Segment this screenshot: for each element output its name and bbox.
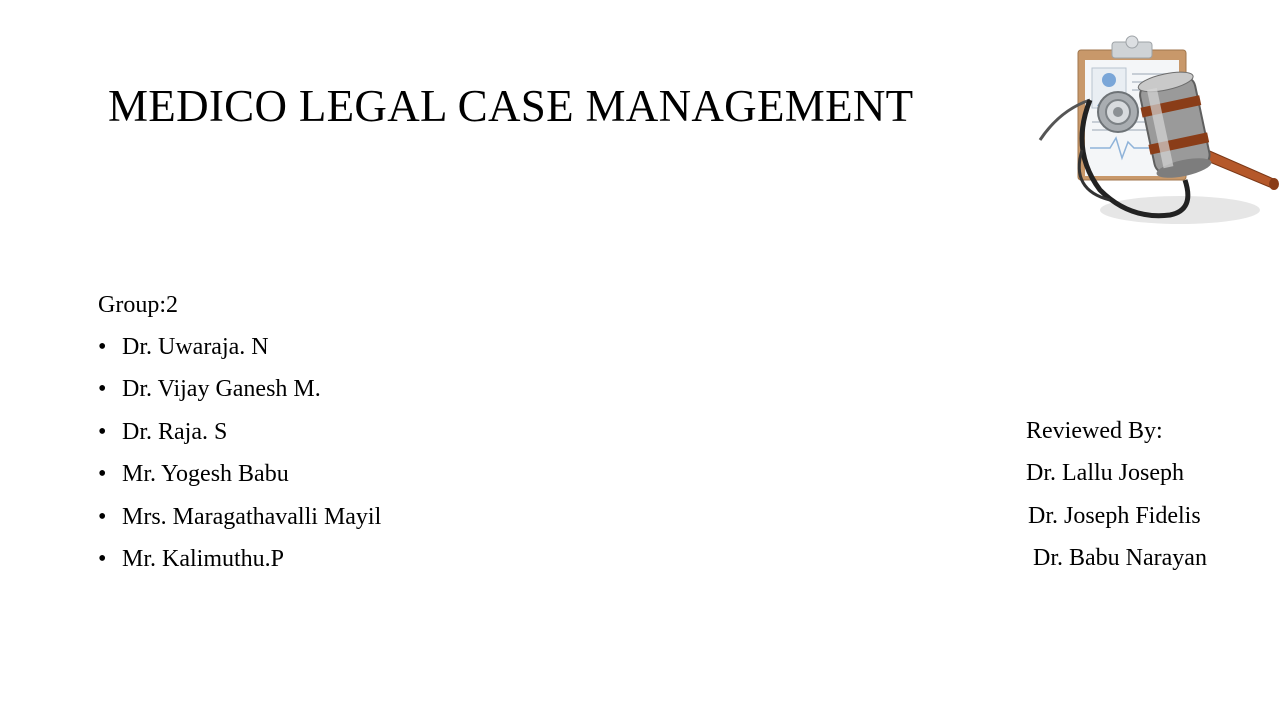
bullet: • <box>98 376 107 403</box>
member-name: Dr. Raja. S <box>122 418 228 445</box>
bullet: • <box>98 545 107 572</box>
member-name: Dr. Uwaraja. N <box>122 334 269 360</box>
list-item: • Dr. Vijay Ganesh M. <box>98 374 381 404</box>
bullet: • <box>98 334 107 360</box>
reviewed-by-label: Reviewed By: <box>1026 418 1163 444</box>
clipboard-stethoscope-gavel-icon <box>1038 35 1279 224</box>
bullet: • <box>98 418 107 445</box>
member-list: • Dr. Uwaraja. N • Dr. Vijay Ganesh M. • Dr… <box>98 332 381 586</box>
list-item: • Dr. Uwaraja. N <box>98 332 381 362</box>
list-item: • Mr. Yogesh Babu <box>98 459 381 489</box>
member-name: Mr. Kalimuthu.P <box>122 545 285 572</box>
member-name: Mr. Yogesh Babu <box>122 461 289 488</box>
bullet: • <box>98 461 107 488</box>
list-item: • Mrs. Maragathavalli Mayil <box>98 502 381 532</box>
member-name: Dr. Vijay Ganesh M. <box>122 376 321 403</box>
list-item: • Mr. Kalimuthu.P <box>98 544 381 574</box>
reviewer-name: Dr. Joseph Fidelis <box>1028 503 1201 529</box>
reviewer-name: Dr. Babu Narayan <box>1033 545 1207 571</box>
member-name: Mrs. Maragathavalli Mayil <box>122 503 382 530</box>
list-item: • Dr. Raja. S <box>98 417 381 447</box>
reviewer-name: Dr. Lallu Joseph <box>1026 460 1184 486</box>
slide-title: MEDICO LEGAL CASE MANAGEMENT <box>108 81 914 131</box>
group-label: Group:2 <box>98 292 178 318</box>
bullet: • <box>98 503 107 530</box>
